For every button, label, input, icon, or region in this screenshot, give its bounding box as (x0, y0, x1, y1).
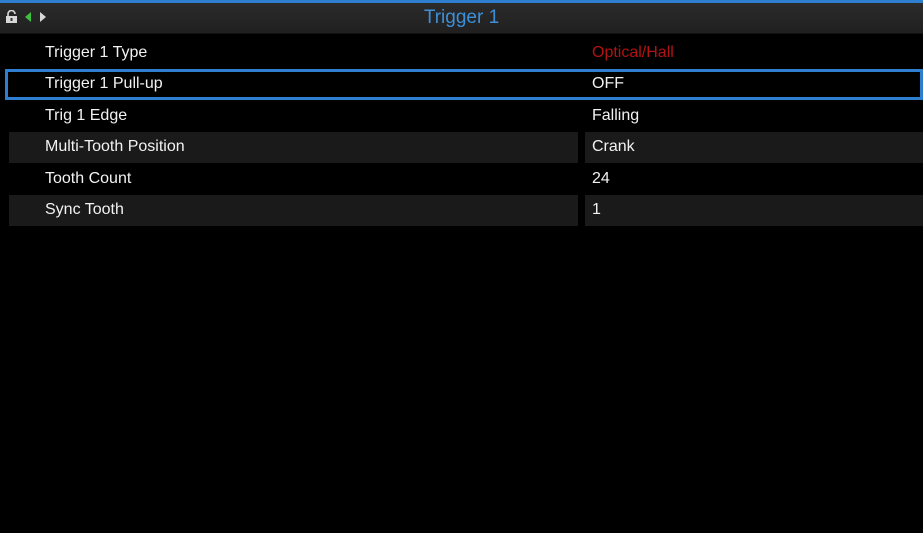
settings-table: Trigger 1 Type Optical/Hall Trigger 1 Pu… (0, 37, 923, 226)
setting-label: Tooth Count (9, 163, 578, 195)
settings-panel: Trigger 1 Trigger 1 Type Optical/Hall Tr… (0, 0, 923, 533)
setting-value[interactable]: Crank (585, 131, 923, 163)
setting-row-pull-up[interactable]: Trigger 1 Pull-up OFF (5, 68, 923, 100)
setting-label: Trig 1 Edge (9, 100, 578, 132)
setting-row-trig-edge[interactable]: Trig 1 Edge Falling (0, 100, 923, 132)
setting-value[interactable]: OFF (585, 68, 923, 100)
setting-row-sync-tooth[interactable]: Sync Tooth 1 (0, 194, 923, 226)
panel-titlebar: Trigger 1 (0, 3, 923, 34)
setting-row-tooth-count[interactable]: Tooth Count 24 (0, 163, 923, 195)
setting-label: Multi-Tooth Position (9, 131, 578, 163)
setting-value[interactable]: Falling (585, 100, 923, 132)
setting-label: Trigger 1 Pull-up (9, 68, 578, 100)
setting-value[interactable]: 24 (585, 163, 923, 195)
setting-label: Trigger 1 Type (9, 37, 578, 69)
setting-label: Sync Tooth (9, 194, 578, 226)
setting-value[interactable]: Optical/Hall (585, 37, 923, 69)
setting-row-trigger-type[interactable]: Trigger 1 Type Optical/Hall (0, 37, 923, 69)
setting-row-multi-tooth-position[interactable]: Multi-Tooth Position Crank (0, 131, 923, 163)
setting-value[interactable]: 1 (585, 194, 923, 226)
panel-title: Trigger 1 (423, 7, 500, 28)
